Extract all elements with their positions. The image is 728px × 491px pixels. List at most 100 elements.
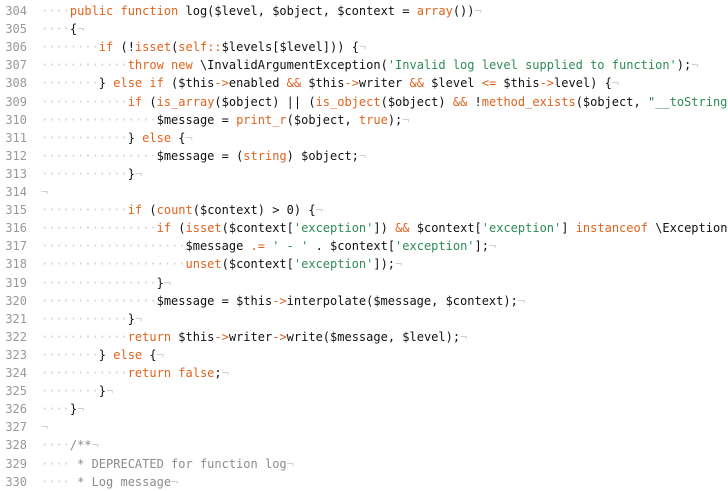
code-token: $this bbox=[496, 76, 540, 91]
line-number: 328 bbox=[5, 438, 27, 453]
end-of-line-marker: ¬ bbox=[358, 40, 367, 55]
code-token: ($object) || ( bbox=[214, 94, 316, 109]
code-token: string bbox=[243, 148, 287, 163]
code-token: { bbox=[178, 130, 186, 145]
code-line[interactable]: 327 ¬ bbox=[0, 418, 728, 436]
end-of-line-marker: ¬ bbox=[517, 293, 526, 308]
code-token: ( bbox=[149, 203, 157, 218]
whitespace-marker: ············ bbox=[41, 203, 128, 218]
whitespace-marker: ············ bbox=[41, 130, 128, 145]
code-line[interactable]: 324 ············return false;¬ bbox=[0, 364, 728, 382]
code-text: ················if (isset($context['exce… bbox=[41, 221, 728, 235]
code-token: && bbox=[409, 76, 424, 91]
code-token: $levels[$level])) { bbox=[221, 40, 359, 55]
code-text: ········} else {¬ bbox=[41, 348, 164, 362]
code-line[interactable]: 318 ····················unset($context['e… bbox=[0, 255, 728, 273]
code-line[interactable]: 308 ········} else if ($this->enabled && … bbox=[0, 74, 728, 92]
code-token: isset bbox=[134, 40, 172, 55]
code-token: * DEPRECATED for function log bbox=[69, 456, 287, 471]
code-token: ($object) bbox=[380, 94, 453, 109]
end-of-line-marker: ¬ bbox=[91, 438, 99, 453]
code-line[interactable]: 330 ···· * Log message¬ bbox=[0, 473, 728, 491]
code-token: -> bbox=[272, 293, 287, 308]
code-line[interactable]: 316 ················if (isset($context['e… bbox=[0, 219, 728, 237]
code-token: ()) bbox=[452, 4, 475, 18]
code-token: && bbox=[395, 221, 410, 236]
code-token: && bbox=[452, 94, 468, 109]
code-line[interactable]: 321 ············}¬ bbox=[0, 310, 728, 328]
line-number: 329 bbox=[5, 456, 27, 471]
whitespace-marker: ········ bbox=[41, 384, 99, 399]
code-line[interactable]: 317 ····················$message .= ' - '… bbox=[0, 237, 728, 255]
code-line[interactable]: 328 ····/**¬ bbox=[0, 436, 728, 454]
end-of-line-marker: ¬ bbox=[77, 402, 85, 417]
code-line[interactable]: 310 ················$message = print_r($o… bbox=[0, 111, 728, 129]
code-editor[interactable]: 304 ····public function log($level, $obje… bbox=[0, 0, 728, 491]
line-number: 304 bbox=[5, 4, 27, 18]
code-token: ($context) > 0) { bbox=[192, 203, 316, 218]
code-text: ················$message = $this->interp… bbox=[41, 294, 525, 308]
code-line[interactable]: 314 ¬ bbox=[0, 183, 728, 201]
end-of-line-marker: ¬ bbox=[395, 257, 403, 272]
code-token: method_exists bbox=[481, 94, 576, 109]
code-line[interactable]: 312 ················$message = (string) $… bbox=[0, 147, 728, 165]
code-token: -> bbox=[272, 329, 287, 344]
code-token: (! bbox=[120, 40, 135, 55]
code-line[interactable]: 304 ····public function log($level, $obje… bbox=[0, 2, 728, 20]
code-line[interactable]: 325 ········}¬ bbox=[0, 382, 728, 400]
whitespace-marker: ···· bbox=[41, 456, 70, 471]
code-line[interactable]: 313 ············}¬ bbox=[0, 165, 728, 183]
code-token: return bbox=[127, 329, 179, 344]
whitespace-marker: ············ bbox=[41, 366, 128, 380]
code-line[interactable]: 315 ············if (count($context) > 0) … bbox=[0, 201, 728, 219]
code-token: -> bbox=[539, 76, 555, 91]
code-token: self:: bbox=[178, 40, 222, 55]
end-of-line-marker: ¬ bbox=[474, 4, 482, 18]
line-number: 318 bbox=[5, 257, 27, 272]
code-text: ············}¬ bbox=[41, 312, 142, 326]
whitespace-marker: ············ bbox=[41, 58, 128, 73]
code-line[interactable]: 326 ····}¬ bbox=[0, 400, 728, 418]
code-token: ! bbox=[467, 94, 482, 109]
code-token: public function bbox=[69, 4, 186, 18]
code-text: ············return $this->writer->write(… bbox=[41, 330, 467, 344]
line-number: 313 bbox=[5, 166, 27, 181]
code-token: ); bbox=[387, 112, 403, 127]
code-line[interactable]: 320 ················$message = $this->int… bbox=[0, 292, 728, 310]
code-text: ····················$message .= ' - ' . … bbox=[41, 239, 496, 253]
code-token: writer bbox=[358, 76, 410, 91]
code-text: ¬ bbox=[41, 420, 48, 434]
line-number: 316 bbox=[5, 221, 27, 236]
code-text: ····{¬ bbox=[41, 22, 84, 36]
end-of-line-marker: ¬ bbox=[358, 148, 367, 163]
code-token: return false bbox=[127, 366, 215, 380]
end-of-line-marker: ¬ bbox=[488, 239, 497, 254]
code-token: ($context[ bbox=[221, 221, 294, 236]
code-token: instanceof bbox=[575, 221, 656, 236]
code-token: } bbox=[127, 311, 135, 326]
end-of-line-marker: ¬ bbox=[185, 130, 193, 145]
code-line[interactable]: 311 ············} else {¬ bbox=[0, 129, 728, 147]
code-token: $message = bbox=[156, 112, 237, 127]
code-text: ················$message = (string) $obj… bbox=[41, 149, 366, 163]
whitespace-marker: ············ bbox=[41, 329, 128, 344]
code-line[interactable]: 309 ············if (is_array($object) || … bbox=[0, 93, 728, 111]
code-text: ············if (is_array($object) || (is… bbox=[41, 95, 728, 109]
code-token: .= bbox=[250, 239, 265, 254]
code-token: ' - ' bbox=[272, 239, 309, 254]
code-line[interactable]: 319 ················}¬ bbox=[0, 274, 728, 292]
code-text: ····public function log($level, $object,… bbox=[41, 4, 482, 18]
code-line[interactable]: 307 ············throw new \InvalidArgumen… bbox=[0, 56, 728, 74]
code-token: ]) bbox=[373, 221, 396, 236]
code-line[interactable]: 322 ············return $this->writer->wri… bbox=[0, 328, 728, 346]
code-token: $message = $this bbox=[156, 293, 273, 308]
code-token: 'exception' bbox=[293, 221, 374, 236]
code-line[interactable]: 323 ········} else {¬ bbox=[0, 346, 728, 364]
end-of-line-marker: ¬ bbox=[41, 420, 49, 435]
line-number: 314 bbox=[5, 185, 27, 199]
code-line[interactable]: 329 ···· * DEPRECATED for function log¬ bbox=[0, 455, 728, 473]
code-line[interactable]: 305 ····{¬ bbox=[0, 20, 728, 38]
code-token: } bbox=[127, 166, 135, 181]
code-line[interactable]: 306 ········if (!isset(self::$levels[$lev… bbox=[0, 38, 728, 56]
code-token: 'Invalid log level supplied to function' bbox=[387, 58, 677, 73]
